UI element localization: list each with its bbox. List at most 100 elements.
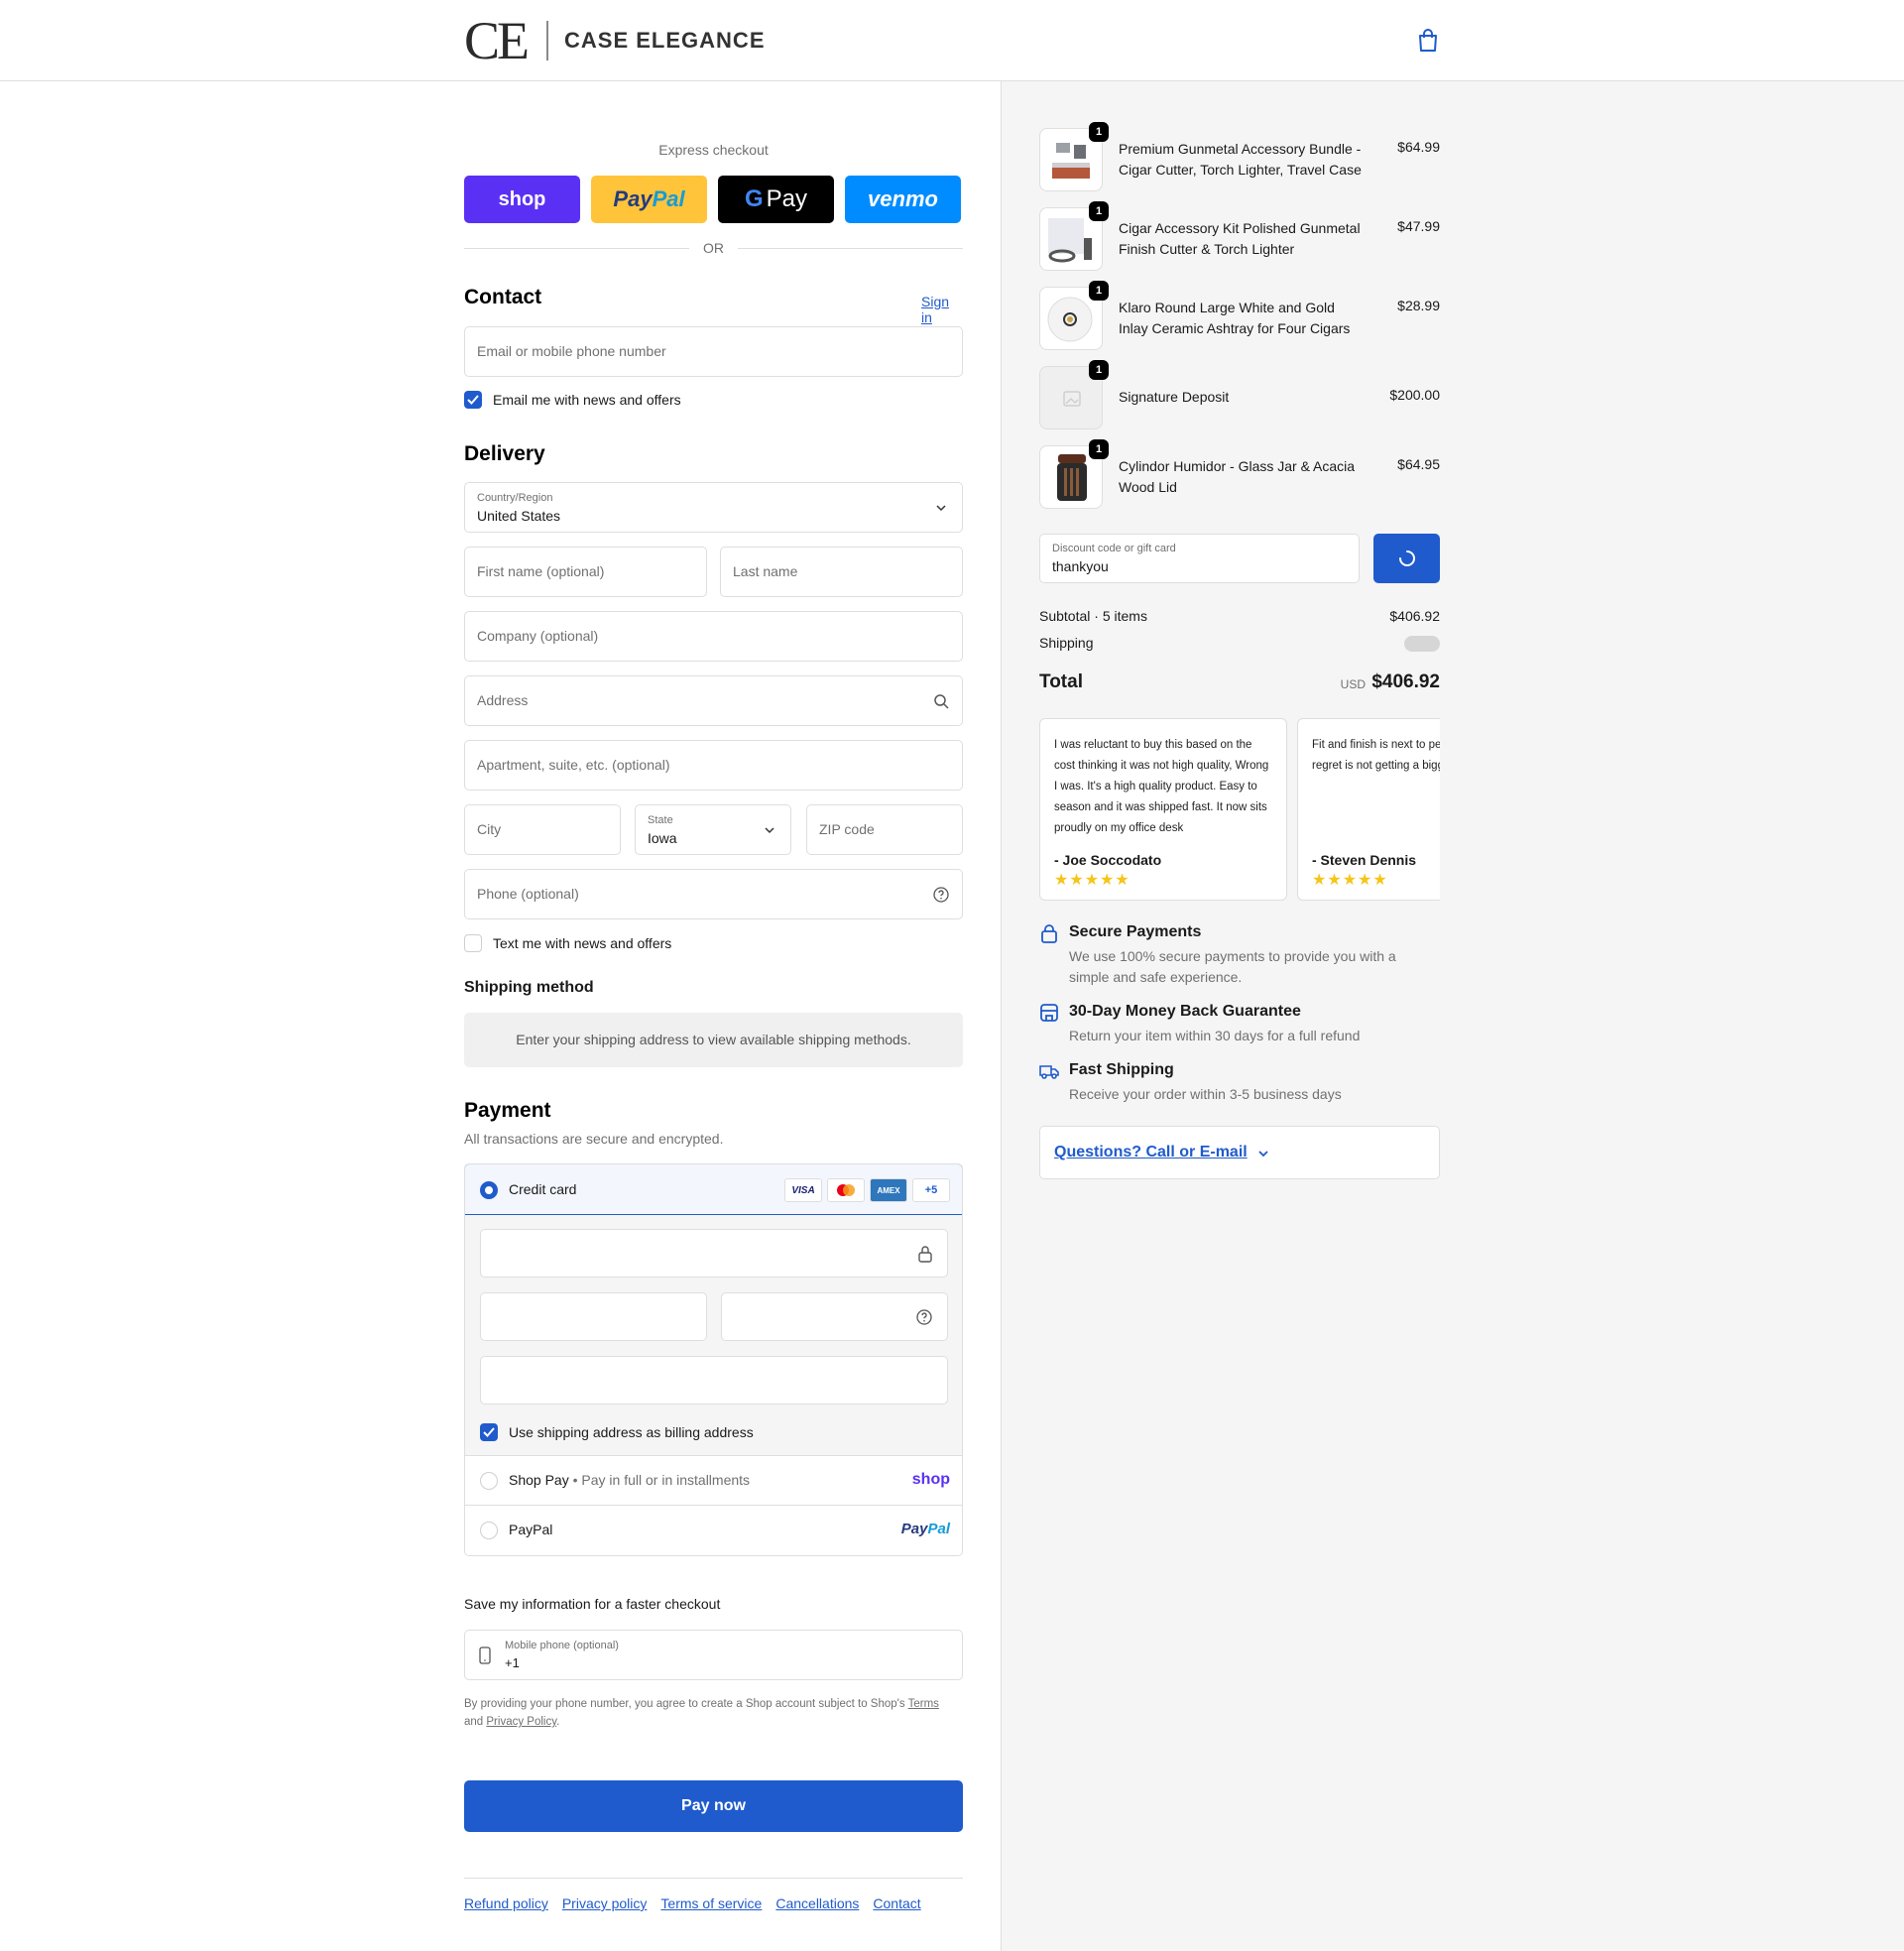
shop-pay-label: shop [498,187,546,210]
review-text: Fit and finish is next to perfect. My on… [1312,739,1440,772]
privacy-policy-link[interactable]: Privacy Policy [486,1716,556,1728]
review-author: - Joe Soccodato [1054,852,1162,868]
paypal-option[interactable]: PayPal PayPal [465,1506,962,1555]
pay-now-button[interactable]: Pay now [464,1780,963,1832]
company-field[interactable]: Company (optional) [464,611,963,662]
currency-code: USD [1340,677,1366,691]
help-icon[interactable] [932,886,950,904]
legal-text-a: By providing your phone number, you agre… [464,1698,908,1710]
quantity-badge: 1 [1089,439,1109,459]
lock-icon [918,1246,932,1263]
country-select[interactable]: Country/Region United States [464,482,963,533]
line-item: 1 Cylindor Humidor - Glass Jar & Acacia … [1039,439,1440,509]
or-divider: OR [464,240,963,256]
bullet-separator: • [568,1472,582,1488]
last-name-placeholder: Last name [733,563,798,579]
logo-divider [546,21,549,61]
terms-of-service-link[interactable]: Terms of service [660,1895,762,1911]
cancellations-link[interactable]: Cancellations [775,1895,859,1911]
security-code-field[interactable] [721,1292,948,1341]
last-name-field[interactable]: Last name [720,547,963,597]
shopping-bag-icon[interactable] [1416,28,1440,54]
text-news-checkbox[interactable]: Text me with news and offers [464,934,671,952]
email-field[interactable]: Email or mobile phone number [464,326,963,377]
amex-icon: AMEX [870,1178,907,1202]
refund-policy-link[interactable]: Refund policy [464,1895,548,1911]
zip-placeholder: ZIP code [819,821,875,837]
state-select[interactable]: State Iowa [635,804,791,855]
first-name-field[interactable]: First name (optional) [464,547,707,597]
discount-code-value: thankyou [1052,558,1109,574]
card-number-field[interactable] [480,1229,948,1278]
payment-methods: Credit card VISA AMEX +5 Use shipping ad… [464,1163,963,1556]
feature-description: Receive your order within 3-5 business d… [1069,1086,1342,1102]
address-placeholder: Address [477,692,529,708]
item-price: $64.99 [1397,139,1440,155]
quantity-badge: 1 [1089,122,1109,142]
city-placeholder: City [477,821,502,837]
company-placeholder: Company (optional) [477,628,599,644]
terms-link[interactable]: Terms [908,1698,939,1710]
email-news-checkbox[interactable]: Email me with news and offers [464,391,681,409]
star-rating: ★★★★★ [1312,872,1388,889]
shop-pay-option-subtitle: Pay in full or in installments [581,1472,751,1488]
feature-title: Fast Shipping [1069,1061,1174,1078]
brand-logo[interactable]: CE CASE ELEGANCE [464,11,766,70]
billing-address-checkbox[interactable]: Use shipping address as billing address [480,1423,754,1441]
feature-title: Secure Payments [1069,923,1202,940]
address-field[interactable]: Address [464,675,963,726]
shop-pay-option-label: Shop Pay [509,1472,569,1488]
reviews-carousel[interactable]: I was reluctant to buy this based on the… [1039,718,1440,901]
shop-pay-option[interactable]: Shop Pay • Pay in full or in installment… [465,1456,962,1506]
zip-field[interactable]: ZIP code [806,804,963,855]
email-news-label: Email me with news and offers [493,392,681,408]
expiration-date-field[interactable] [480,1292,707,1341]
subtotal-label: Subtotal · 5 items [1039,608,1147,624]
venmo-button[interactable]: venmo [845,176,961,223]
shipping-method-heading: Shipping method [464,979,594,996]
discount-code-field[interactable]: Discount code or gift card thankyou [1039,534,1360,583]
shipping-row: Shipping [1039,635,1440,652]
or-label: OR [703,240,724,256]
help-icon[interactable] [915,1308,933,1326]
line-item: 1 Signature Deposit $200.00 [1039,360,1440,429]
paypal-logo-b: Pal [927,1521,950,1537]
checkbox-unchecked-icon [464,934,482,952]
credit-card-option[interactable]: Credit card VISA AMEX +5 [465,1164,962,1215]
item-price: $47.99 [1397,218,1440,234]
store-icon [1040,1004,1058,1022]
apartment-placeholder: Apartment, suite, etc. (optional) [477,757,670,773]
lock-icon [1041,924,1057,943]
venmo-label: venmo [868,186,938,211]
delivery-heading: Delivery [464,442,545,465]
quantity-badge: 1 [1089,281,1109,301]
privacy-policy-footer-link[interactable]: Privacy policy [562,1895,648,1911]
item-name: Signature Deposit [1119,389,1230,405]
contact-link[interactable]: Contact [873,1895,920,1911]
city-field[interactable]: City [464,804,621,855]
item-name: Cigar Accessory Kit Polished Gunmetal Fi… [1119,220,1361,257]
mastercard-icon [827,1178,865,1202]
state-value: Iowa [648,830,677,846]
item-name: Klaro Round Large White and Gold Inlay C… [1119,300,1351,336]
questions-dropdown[interactable]: Questions? Call or E-mail [1039,1126,1440,1179]
radio-unselected-icon [480,1472,498,1490]
phone-field[interactable]: Phone (optional) [464,869,963,919]
logo-mark: CE [464,11,530,70]
delivery-truck-icon [1039,1065,1059,1079]
paypal-logo: PayPal [901,1521,950,1537]
loading-spinner-icon [1398,550,1415,566]
mobile-phone-field[interactable]: Mobile phone (optional) +1 [464,1630,963,1680]
shop-pay-button[interactable]: shop [464,176,580,223]
sign-in-link[interactable]: Sign in [921,294,963,325]
paypal-button[interactable]: Pay Pal [591,176,707,223]
apartment-field[interactable]: Apartment, suite, etc. (optional) [464,740,963,791]
checkbox-checked-icon [480,1423,498,1441]
discount-code-label: Discount code or gift card [1052,543,1176,554]
name-on-card-field[interactable] [480,1356,948,1404]
apply-discount-button[interactable] [1373,534,1440,583]
mobile-phone-value: +1 [505,1655,520,1670]
more-cards-badge: +5 [912,1178,950,1202]
line-item: 1 Premium Gunmetal Accessory Bundle - Ci… [1039,122,1440,191]
google-pay-button[interactable]: G Pay [718,176,834,223]
